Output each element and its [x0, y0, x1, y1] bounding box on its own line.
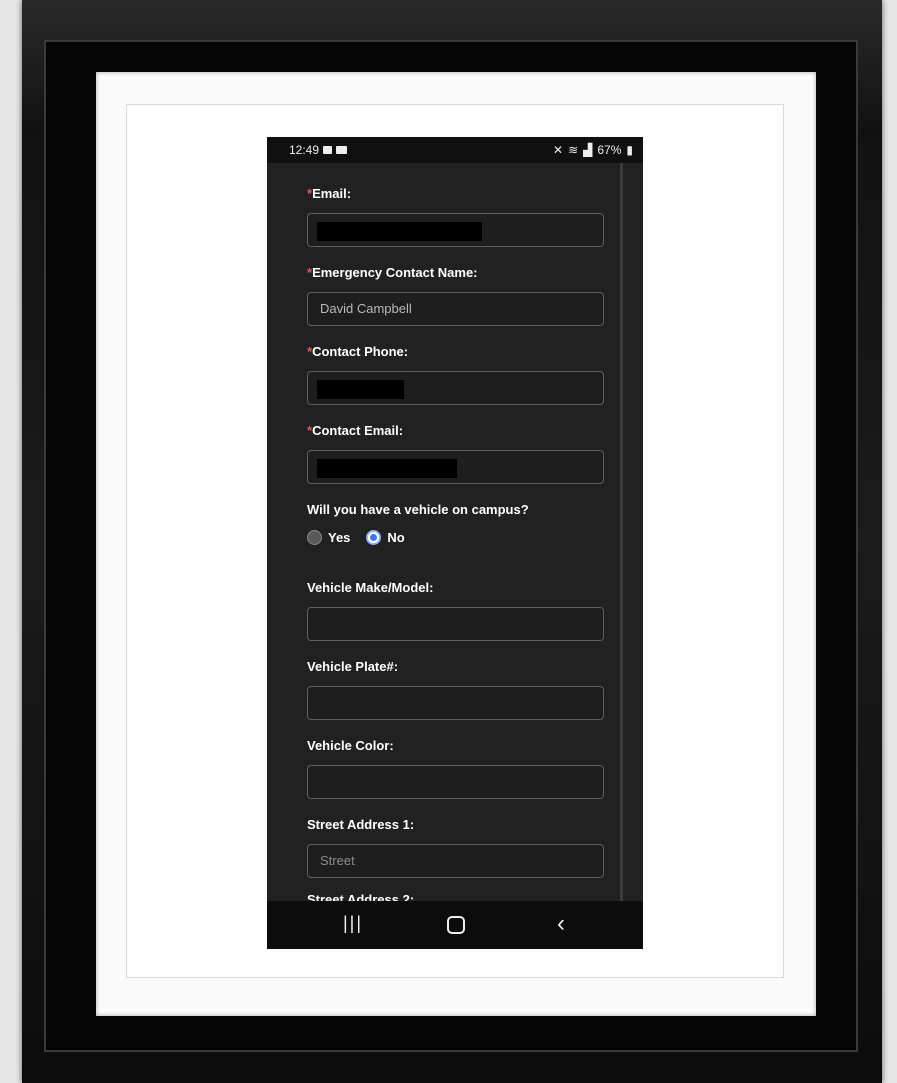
redaction-bar — [317, 380, 404, 399]
street-address-2-label: Street Address 2: — [307, 892, 415, 901]
emergency-contact-input[interactable]: David Campbell — [307, 292, 604, 326]
status-bar: 12:49 ✕ ≋ ▟ 67% ▮ — [267, 137, 643, 163]
wifi-icon: ≋ — [568, 143, 579, 157]
vehicle-question-group: Will you have a vehicle on campus? — [307, 501, 604, 519]
battery-icon: ▮ — [626, 143, 633, 157]
contact-phone-label: *Contact Phone: — [307, 344, 409, 359]
vehicle-color-group: Vehicle Color: — [307, 737, 604, 799]
email-input[interactable] — [307, 213, 604, 247]
signal-icon: ▟ — [583, 143, 593, 157]
recent-apps-icon[interactable]: ||| — [343, 913, 363, 934]
contact-phone-input[interactable] — [307, 371, 604, 405]
vehicle-plate-input[interactable] — [307, 686, 604, 720]
status-time: 12:49 — [289, 143, 320, 157]
youtube-icon — [336, 146, 348, 154]
vehicle-no-label[interactable]: No — [387, 530, 404, 545]
street-address-1-group: Street Address 1: Street — [307, 816, 604, 878]
scrollbar[interactable] — [620, 163, 623, 901]
home-icon[interactable] — [447, 916, 465, 934]
contact-email-group: *Contact Email: — [307, 422, 604, 484]
emergency-contact-label: *Emergency Contact Name: — [307, 265, 478, 280]
street-address-1-input[interactable]: Street — [307, 844, 604, 878]
email-field-group: *Email: — [307, 185, 604, 247]
contact-email-label: *Contact Email: — [307, 423, 404, 438]
back-icon[interactable]: ‹ — [557, 910, 565, 938]
redaction-bar — [317, 222, 482, 241]
vehicle-color-label: Vehicle Color: — [307, 738, 394, 753]
phone-screenshot: 12:49 ✕ ≋ ▟ 67% ▮ *Email: *Emergency Con… — [267, 137, 643, 949]
vehicle-color-input[interactable] — [307, 765, 604, 799]
vehicle-yes-radio[interactable] — [307, 530, 322, 545]
vehicle-make-group: Vehicle Make/Model: — [307, 579, 604, 641]
gallery-icon — [323, 146, 333, 154]
battery-level: 67% — [597, 143, 622, 157]
vehicle-make-label: Vehicle Make/Model: — [307, 580, 434, 595]
redaction-bar — [317, 459, 457, 478]
form-content[interactable]: *Email: *Emergency Contact Name: David C… — [267, 163, 643, 901]
email-label: *Email: — [307, 186, 352, 201]
vehicle-no-radio[interactable] — [366, 530, 382, 545]
street-address-1-label: Street Address 1: — [307, 817, 415, 832]
navigation-bar: ||| ‹ — [267, 901, 643, 949]
mute-icon: ✕ — [553, 143, 564, 157]
vehicle-yes-label[interactable]: Yes — [328, 530, 350, 545]
vehicle-radio-group: Yes No — [307, 530, 415, 545]
vehicle-plate-group: Vehicle Plate#: — [307, 658, 604, 720]
vehicle-question-label: Will you have a vehicle on campus? — [307, 502, 529, 517]
vehicle-make-input[interactable] — [307, 607, 604, 641]
contact-phone-group: *Contact Phone: — [307, 343, 604, 405]
vehicle-plate-label: Vehicle Plate#: — [307, 659, 399, 674]
contact-email-input[interactable] — [307, 450, 604, 484]
emergency-contact-group: *Emergency Contact Name: David Campbell — [307, 264, 604, 326]
